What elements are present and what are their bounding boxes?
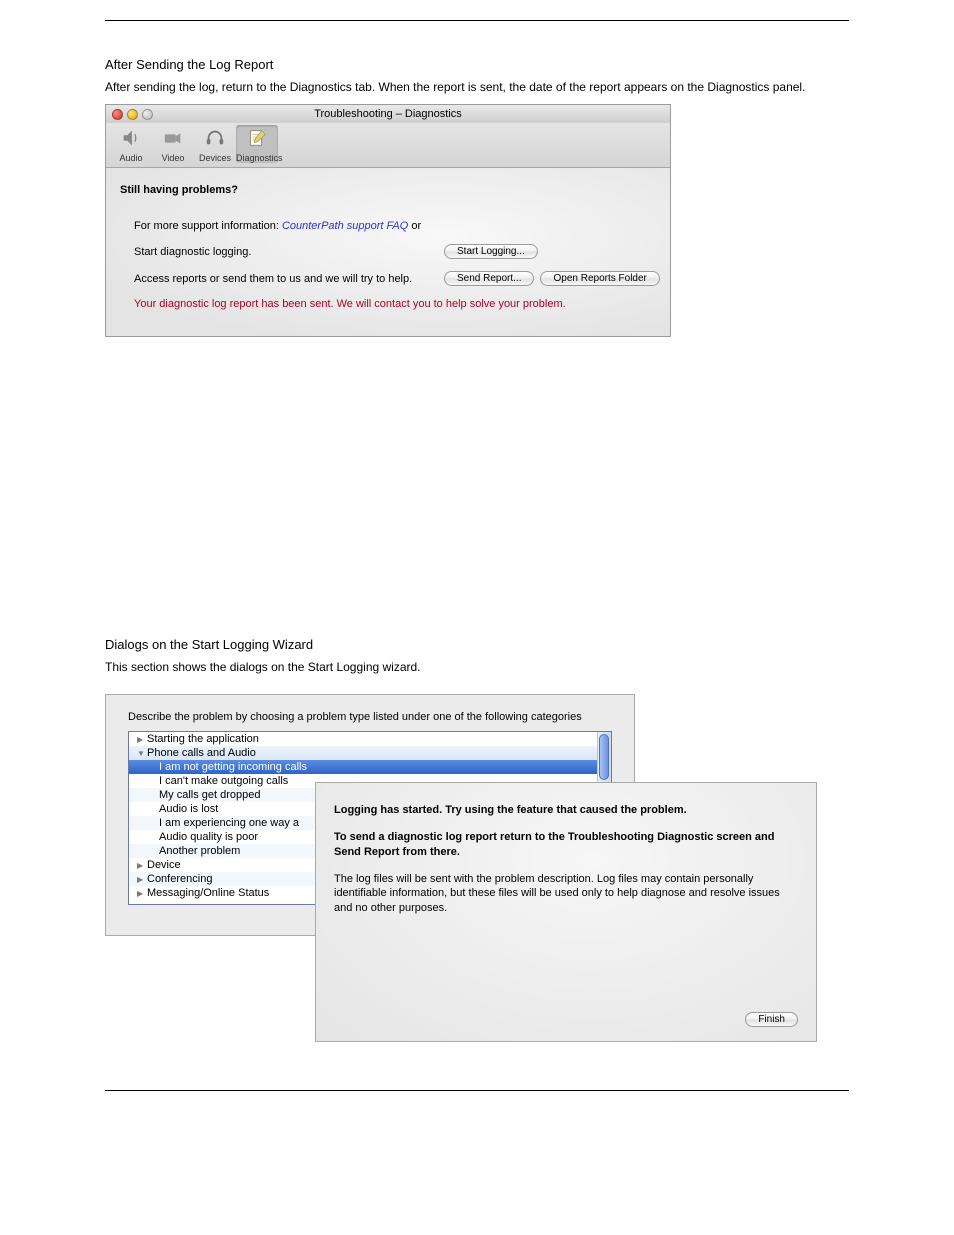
speaker-icon — [118, 125, 144, 151]
prefs-toolbar: Audio Video Devices Diagnostics — [106, 123, 670, 168]
support-prefix: For more support information: — [134, 220, 282, 232]
window-title: Troubleshooting – Diagnostics — [106, 108, 670, 120]
page-bottom-rule — [105, 1090, 849, 1091]
category-label: Device — [147, 859, 181, 871]
send-report-button[interactable]: Send Report... — [444, 271, 534, 286]
finish-button[interactable]: Finish — [745, 1012, 798, 1027]
tab-audio-label: Audio — [119, 153, 142, 163]
disclosure-down-icon: ▼ — [137, 749, 147, 758]
section-heading-after-sending: After Sending the Log Report — [105, 57, 849, 72]
support-suffix: or — [408, 220, 421, 232]
tab-devices-label: Devices — [199, 153, 231, 163]
start-logging-label: Start diagnostic logging. — [134, 246, 444, 258]
tab-video[interactable]: Video — [152, 125, 194, 163]
item-no-incoming-calls[interactable]: I am not getting incoming calls — [129, 760, 611, 774]
support-faq-link[interactable]: CounterPath support FAQ — [282, 220, 408, 232]
disclosure-right-icon: ▶ — [137, 735, 147, 744]
disclosure-right-icon: ▶ — [137, 875, 147, 884]
close-icon[interactable] — [112, 109, 123, 120]
scrollbar-thumb[interactable] — [599, 734, 609, 780]
tab-diagnostics[interactable]: Diagnostics — [236, 125, 278, 163]
category-label: Phone calls and Audio — [147, 747, 256, 759]
category-label: Messaging/Online Status — [147, 887, 269, 899]
category-label: Conferencing — [147, 873, 212, 885]
category-starting-app[interactable]: ▶Starting the application — [129, 732, 611, 746]
open-reports-folder-button[interactable]: Open Reports Folder — [540, 271, 659, 286]
category-phone-audio[interactable]: ▼Phone calls and Audio — [129, 746, 611, 760]
tab-audio[interactable]: Audio — [110, 125, 152, 163]
problem-prompt: Describe the problem by choosing a probl… — [128, 711, 612, 723]
disclosure-right-icon: ▶ — [137, 861, 147, 870]
log-files-disclaimer: The log files will be sent with the prob… — [334, 872, 798, 917]
section-heading-dialogs: Dialogs on the Start Logging Wizard — [105, 637, 849, 652]
diagnostics-window: Troubleshooting – Diagnostics Audio Vide… — [105, 104, 671, 337]
disclosure-right-icon: ▶ — [137, 889, 147, 898]
headset-icon — [202, 125, 228, 151]
send-report-instruction: To send a diagnostic log report return t… — [334, 830, 798, 860]
support-line: For more support information: CounterPat… — [134, 220, 444, 232]
logging-started-message: Logging has started. Try using the featu… — [334, 803, 798, 818]
notepad-icon — [244, 125, 270, 151]
minimize-icon[interactable] — [127, 109, 138, 120]
tab-devices[interactable]: Devices — [194, 125, 236, 163]
page-top-rule — [105, 20, 849, 21]
section-body-after-sending: After sending the log, return to the Dia… — [105, 78, 849, 96]
report-sent-confirmation: Your diagnostic log report has been sent… — [134, 298, 656, 310]
camera-icon — [160, 125, 186, 151]
tab-video-label: Video — [162, 153, 185, 163]
diagnostics-heading: Still having problems? — [120, 184, 656, 196]
category-label: Starting the application — [147, 733, 259, 745]
section-body-dialogs: This section shows the dialogs on the St… — [105, 658, 849, 676]
logging-started-dialog: Logging has started. Try using the featu… — [315, 782, 817, 1042]
start-logging-button[interactable]: Start Logging... — [444, 244, 538, 259]
tab-diagnostics-label: Diagnostics — [236, 153, 283, 163]
window-traffic-lights — [112, 109, 153, 120]
access-reports-label: Access reports or send them to us and we… — [134, 273, 444, 285]
window-titlebar: Troubleshooting – Diagnostics — [106, 105, 670, 123]
zoom-icon[interactable] — [142, 109, 153, 120]
